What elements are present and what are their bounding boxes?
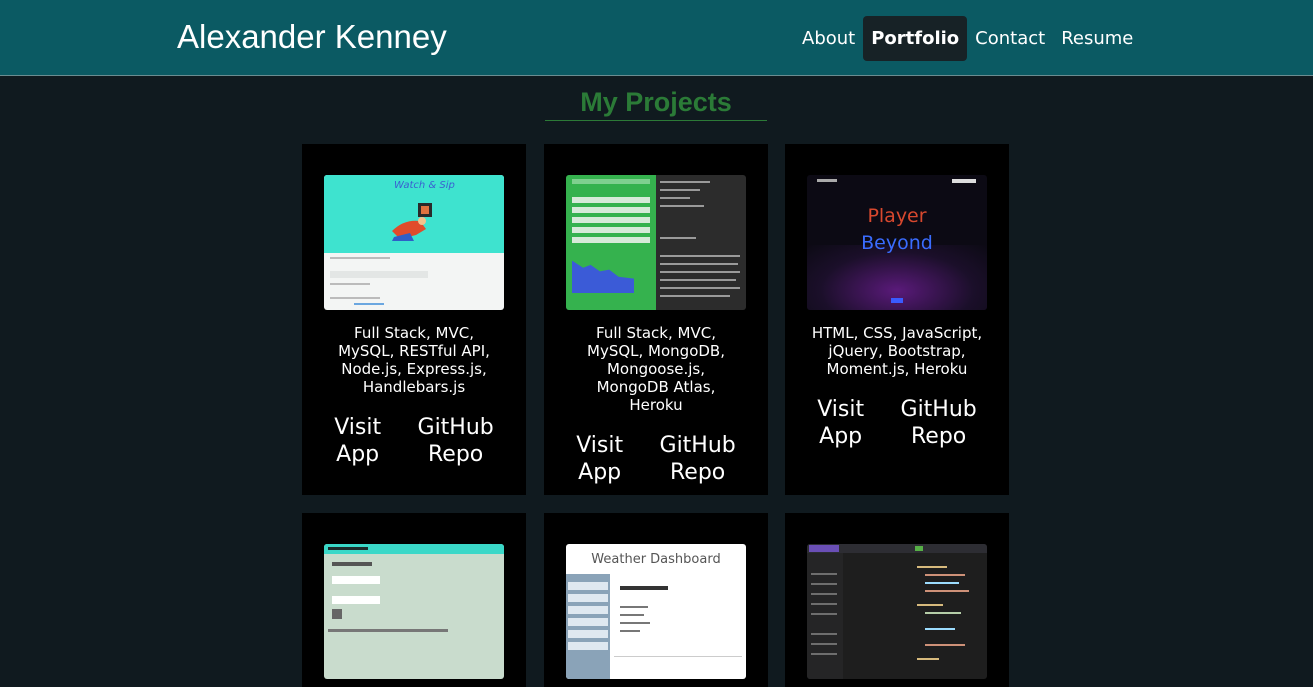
github-repo-link[interactable]: GitHub Repo	[418, 414, 494, 468]
project-thumbnail[interactable]: Player Beyond	[807, 175, 987, 310]
visit-app-link[interactable]: Visit App	[817, 396, 864, 450]
project-links: Visit App GitHub Repo	[302, 414, 526, 468]
tech-stack: HTML, CSS, JavaScript, jQuery, Bootstrap…	[811, 324, 983, 378]
visit-app-link[interactable]: Visit App	[334, 414, 381, 468]
tech-stack: Full Stack, MVC, MySQL, RESTful API, Nod…	[338, 324, 490, 396]
project-card: Weather Dashboard	[544, 513, 768, 687]
section-title: My Projects	[545, 86, 767, 121]
project-thumbnail[interactable]	[566, 175, 746, 310]
navbar: Alexander Kenney About Portfolio Contact…	[0, 0, 1313, 76]
project-card	[785, 513, 1009, 687]
project-card: Player Beyond HTML, CSS, JavaScript, jQu…	[785, 144, 1009, 495]
nav-links: About Portfolio Contact Resume	[794, 16, 1141, 61]
tech-stack: Full Stack, MVC, MySQL, MongoDB, Mongoos…	[587, 324, 725, 414]
thumbnail-title: Weather Dashboard	[591, 552, 721, 567]
tv-figure-icon	[392, 203, 432, 241]
project-card: Watch & Sip Full Stack, MVC, MySQL, REST…	[302, 144, 526, 495]
project-card: Full Stack, MVC, MySQL, MongoDB, Mongoos…	[544, 144, 768, 495]
thumbnail-word: Player	[867, 205, 927, 227]
nav-link-portfolio[interactable]: Portfolio	[863, 16, 968, 61]
nav-link-contact[interactable]: Contact	[967, 16, 1053, 61]
project-thumbnail[interactable]	[324, 544, 504, 679]
project-thumbnail[interactable]: Watch & Sip	[324, 175, 504, 310]
visit-app-link[interactable]: Visit App	[576, 432, 623, 486]
github-repo-link[interactable]: GitHub Repo	[660, 432, 736, 486]
nav-link-about[interactable]: About	[794, 16, 863, 61]
thumbnail-word: Beyond	[861, 232, 933, 254]
thumbnail-title: Watch & Sip	[394, 180, 455, 191]
project-thumbnail[interactable]: Weather Dashboard	[566, 544, 746, 679]
project-card	[302, 513, 526, 687]
brand-link[interactable]: Alexander Kenney	[177, 18, 447, 56]
project-thumbnail[interactable]	[807, 544, 987, 679]
nav-link-resume[interactable]: Resume	[1053, 16, 1141, 61]
project-links: Visit App GitHub Repo	[544, 432, 768, 486]
project-links: Visit App GitHub Repo	[785, 396, 1009, 450]
github-repo-link[interactable]: GitHub Repo	[901, 396, 977, 450]
